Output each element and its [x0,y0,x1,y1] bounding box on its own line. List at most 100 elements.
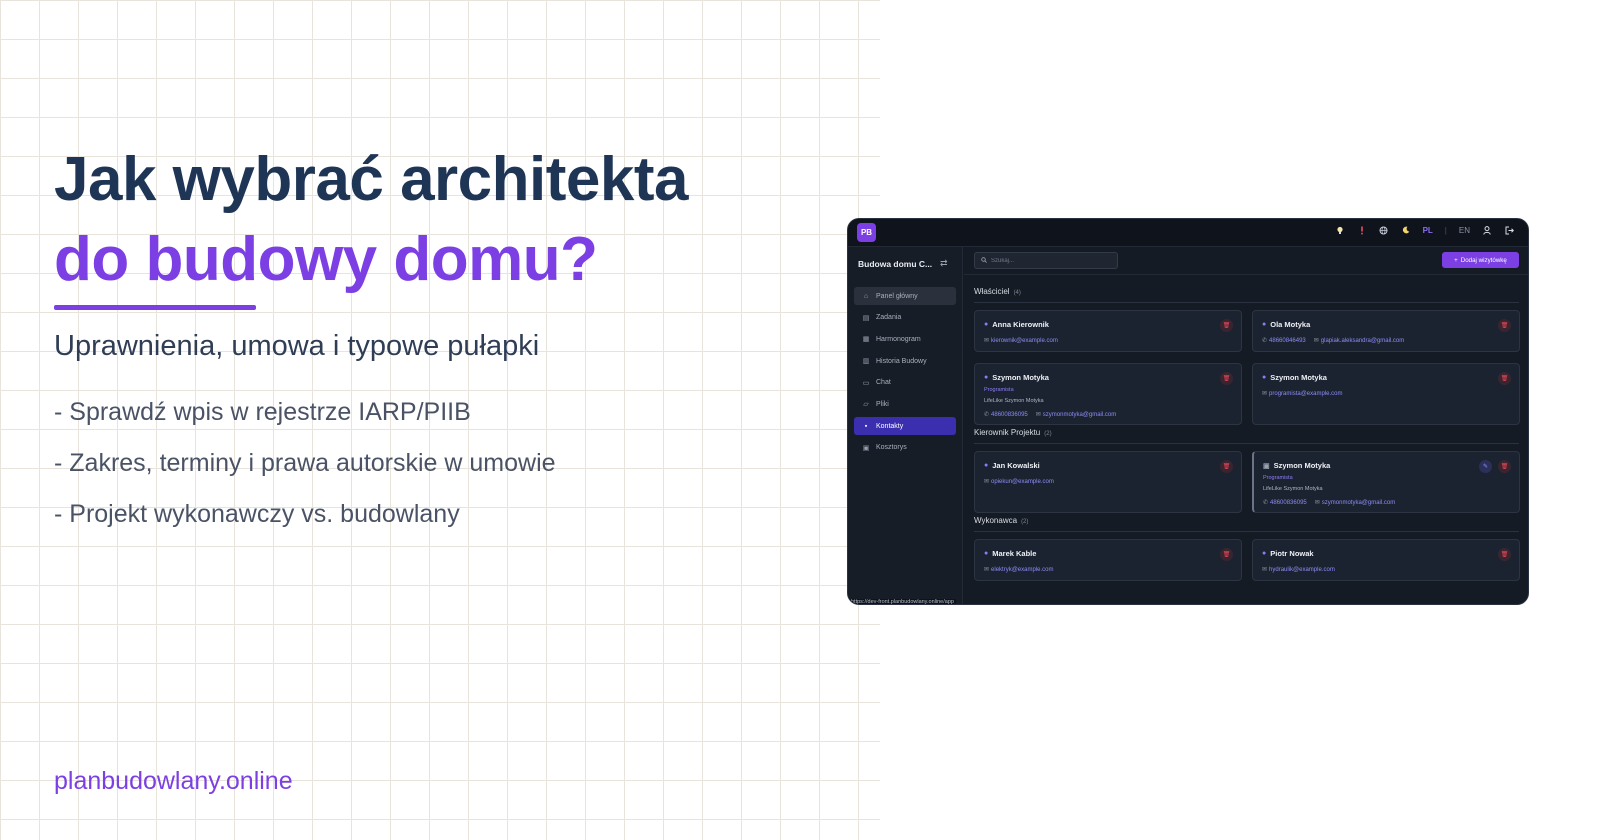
contact-phone-text: 48660846493 [1269,337,1306,344]
bullet-list: - Sprawdź wpis w rejestrze IARP/PIIB - Z… [54,396,556,549]
person-icon: ● [1262,550,1267,557]
contact-details: ✉ hydraulik@example.com [1262,566,1335,574]
edit-icon[interactable]: ✎ [1479,460,1492,473]
header-divider [964,274,1528,275]
contact-phone[interactable]: ✆ 48660846493 [1262,337,1306,345]
contact-company: LifeLike Szymon Motyka [1263,486,1323,492]
clipboard-icon: ▤ [862,314,870,322]
sidebar-item-label: Chat [876,379,891,387]
sidebar-item-files[interactable]: ▱ Pliki [854,395,956,413]
contact-card[interactable]: ● Ola Motyka ✆ 48660846493 ✉ glapiak.aleksa… [1252,310,1520,352]
phone-icon: ✆ [1262,338,1268,344]
contact-card[interactable]: ● Jan Kowalski ✉ opiekun@example.com 🗑 [974,451,1242,513]
section-count: (2) [1044,431,1052,437]
sidebar-item-label: Kosztorys [876,444,907,452]
contact-card[interactable]: ● Szymon Motyka Programista LifeLike Szym… [974,363,1242,425]
contact-phone[interactable]: ✆ 48600836095 [1263,499,1307,507]
section-title-contractor: Wykonawca (2) [974,516,1028,525]
person-icon: ● [1262,374,1267,381]
contact-email-text: hydraulik@example.com [1269,566,1335,573]
section-count: (2) [1021,519,1029,525]
mail-icon: ✉ [1314,500,1320,506]
contact-details: ✉ kierownik@example.com [984,337,1058,345]
sidebar-item-schedule[interactable]: ▦ Harmonogram [854,330,956,348]
contact-details: ✆ 48600836095 ✉ szymonmotyka@gmail.com [984,411,1116,419]
contact-details: ✆ 48600836095 ✉ szymonmotyka@gmail.com [1263,499,1395,507]
app-screenshot: PB PL | EN Budowa domu C... ⇄ ⌂ Panel gł… [847,218,1529,605]
site-link[interactable]: planbudowlany.online [54,767,293,796]
contact-phone[interactable]: ✆ 48600836095 [984,411,1028,419]
contact-name: Szymon Motyka [1273,461,1331,470]
delete-icon[interactable]: 🗑 [1498,548,1511,561]
status-url: https://dev-front.planbudowlany.online/a… [849,599,956,605]
globe-icon[interactable] [1379,225,1389,235]
contact-card[interactable]: ● Piotr Nowak ✉ hydraulik@example.com 🗑 [1252,539,1520,581]
moon-icon[interactable] [1401,225,1411,235]
mail-icon: ✉ [1262,391,1268,397]
mail-icon: ✉ [1313,338,1319,344]
person-icon: ● [984,462,989,469]
delete-icon[interactable]: 🗑 [1220,319,1233,332]
lightbulb-icon[interactable] [1335,225,1345,235]
sidebar-item-label: Panel główny [876,292,918,300]
folder-icon: ▱ [863,401,869,409]
contact-email[interactable]: ✉ hydraulik@example.com [1262,566,1335,574]
contact-details: ✉ opiekun@example.com [984,478,1054,486]
sidebar-item-history[interactable]: ▥ Historia Budowy [854,352,956,370]
sidebar-item-contacts[interactable]: ▪ Kontakty [854,417,956,436]
person-icon: ● [984,374,989,381]
home-icon: ⌂ [863,292,869,300]
contact-email[interactable]: ✉ szymonmotyka@gmail.com [1314,499,1395,507]
hero-title-line1: Jak wybrać architekta [54,145,689,214]
lang-en-button[interactable]: EN [1459,226,1470,235]
delete-icon[interactable]: 🗑 [1220,372,1233,385]
contact-card[interactable]: ● Marek Kable ✉ elektryk@example.com 🗑 [974,539,1242,581]
sidebar-item-panel[interactable]: ⌂ Panel główny [854,287,956,305]
project-name[interactable]: Budowa domu C... [858,259,932,269]
alert-icon[interactable] [1357,225,1367,235]
contact-email[interactable]: ✉ elektryk@example.com [984,566,1053,574]
delete-icon[interactable]: 🗑 [1498,460,1511,473]
accent-divider [54,305,256,310]
delete-icon[interactable]: 🗑 [1498,372,1511,385]
user-icon[interactable] [1482,225,1492,235]
contact-email[interactable]: ✉ glapiak.aleksandra@gmail.com [1313,337,1405,345]
section-divider [974,302,1519,303]
search-input[interactable] [991,257,1111,264]
lang-separator: | [1444,225,1447,235]
book-icon: ▥ [862,358,870,366]
contact-email[interactable]: ✉ szymonmotyka@gmail.com [1036,411,1116,419]
logout-icon[interactable] [1504,225,1514,235]
sidebar-item-tasks[interactable]: ▤ Zadania [854,309,956,327]
plus-icon: + [1454,256,1458,264]
sidebar-item-label: Historia Budowy [876,357,927,365]
phone-icon: ✆ [984,412,990,418]
section-name: Właściciel [974,287,1010,296]
search-box[interactable] [974,252,1118,269]
delete-icon[interactable]: 🗑 [1498,319,1511,332]
contact-details: ✉ programista@example.com [1262,390,1342,398]
contact-name-row: ● Anna Kierownik [984,320,1049,329]
hero-subtitle: Uprawnienia, umowa i typowe pułapki [54,330,540,362]
sidebar-item-estimate[interactable]: ▣ Kosztorys [854,439,956,457]
delete-icon[interactable]: 🗑 [1220,548,1233,561]
contact-card[interactable]: ● Szymon Motyka ✉ programista@example.com … [1252,363,1520,425]
contact-card-highlighted[interactable]: ▣ Szymon Motyka Programista LifeLike Szym… [1252,451,1520,513]
contact-card[interactable]: ● Anna Kierownik ✉ kierownik@example.com 🗑 [974,310,1242,352]
contact-email-text: opiekun@example.com [991,478,1054,485]
contact-email[interactable]: ✉ opiekun@example.com [984,478,1054,486]
add-card-button[interactable]: + Dodaj wizytówkę [1442,252,1519,268]
delete-icon[interactable]: 🗑 [1220,460,1233,473]
app-logo[interactable]: PB [857,223,876,242]
switch-icon[interactable]: ⇄ [940,258,948,269]
contact-phone-text: 48600836095 [991,411,1028,418]
add-card-label: Dodaj wizytówkę [1460,256,1507,264]
calculator-icon: ▣ [862,444,870,452]
contact-email[interactable]: ✉ kierownik@example.com [984,337,1058,345]
lang-pl-button[interactable]: PL [1423,226,1433,235]
sidebar-item-label: Zadania [876,314,902,322]
contact-email[interactable]: ✉ programista@example.com [1262,390,1342,398]
contact-name: Anna Kierownik [992,320,1049,329]
section-name: Wykonawca [974,516,1018,525]
sidebar-item-chat[interactable]: ▭ Chat [854,374,956,392]
